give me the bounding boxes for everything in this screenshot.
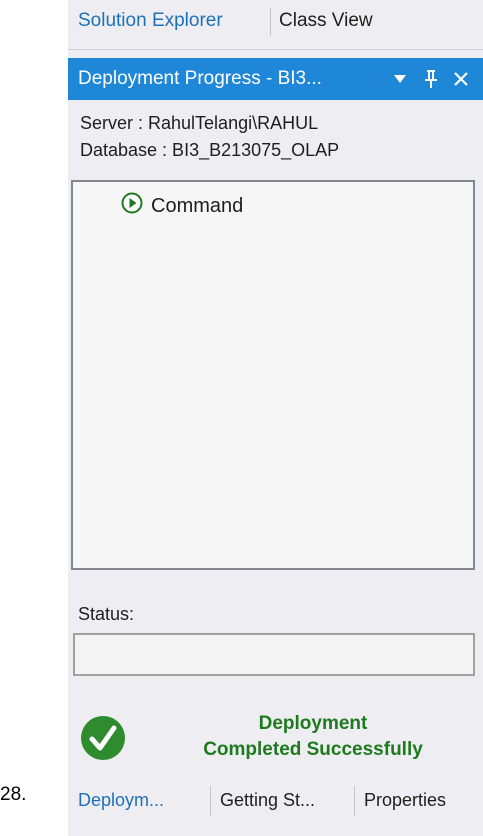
panel-title-bar: Deployment Progress - BI3... — [68, 58, 483, 100]
tab-deployment[interactable]: Deploym... — [78, 790, 164, 811]
tab-solution-explorer[interactable]: Solution Explorer — [78, 10, 223, 32]
connection-info: Server : RahulTelangi\RAHUL Database : B… — [80, 110, 339, 164]
result-line-2: Completed Successfully — [203, 739, 423, 760]
close-icon[interactable] — [446, 64, 476, 94]
top-tab-strip: Solution Explorer Class View — [68, 0, 483, 50]
tab-divider — [354, 786, 355, 816]
tab-class-view[interactable]: Class View — [279, 10, 373, 32]
deployment-result: Deployment Completed Successfully — [173, 711, 453, 763]
database-label: Database : BI3_B213075_OLAP — [80, 140, 340, 160]
triangle-down-icon[interactable] — [388, 64, 412, 94]
result-line-1: Deployment — [258, 713, 368, 734]
tab-getting-started[interactable]: Getting St... — [220, 790, 315, 811]
server-label: Server : RahulTelangi\RAHUL — [80, 113, 319, 133]
play-circle-icon — [121, 192, 143, 220]
pin-icon[interactable] — [418, 64, 444, 94]
tree-item-command[interactable]: Command — [121, 192, 243, 220]
list-number: 28. — [0, 784, 27, 805]
check-circle-icon — [80, 715, 126, 761]
panel-title: Deployment Progress - BI3... — [78, 68, 322, 89]
deployment-panel: Solution Explorer Class View Deployment … — [68, 0, 483, 836]
status-field — [73, 633, 475, 676]
tab-properties[interactable]: Properties — [364, 790, 446, 811]
tab-divider — [210, 786, 211, 816]
bottom-tab-strip: Deploym... Getting St... Properties — [68, 780, 483, 822]
tree-item-label: Command — [151, 194, 244, 217]
tab-divider — [270, 8, 271, 36]
deployment-tree[interactable]: Command — [71, 180, 475, 570]
status-label: Status: — [78, 604, 135, 624]
